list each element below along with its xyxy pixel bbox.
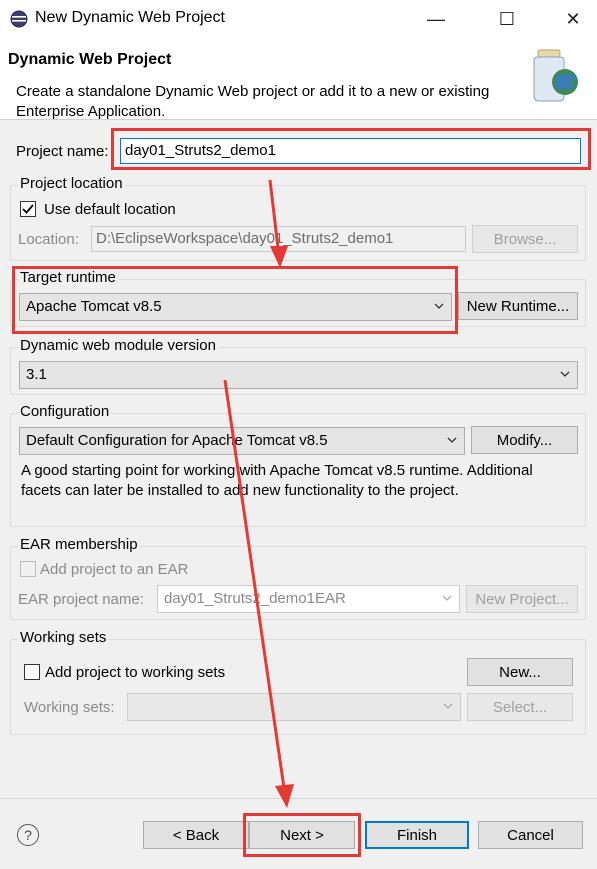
working-sets-title: Working sets [18,629,109,646]
project-location-title: Project location [18,175,125,192]
cancel-button[interactable]: Cancel [478,821,583,849]
wizard-header: Dynamic Web Project Create a standalone … [0,38,597,120]
new-ear-project-button: New Project... [466,585,578,613]
configuration-description: A good starting point for working with A… [21,462,533,499]
location-input: D:\EclipseWorkspace\day01_Struts2_demo1 [91,226,466,252]
footer-divider [0,798,597,799]
ear-project-name-label: EAR project name: [18,591,144,608]
project-name-label: Project name: [16,143,109,160]
new-working-set-button[interactable]: New... [467,658,573,686]
annotation-box-target-runtime [12,266,458,334]
close-button[interactable]: ✕ [550,0,596,38]
use-default-location-label: Use default location [44,201,176,218]
maximize-button[interactable]: ☐ [484,0,530,38]
chevron-down-icon [443,703,453,709]
browse-button: Browse... [472,225,578,253]
use-default-location-checkbox[interactable] [20,201,36,217]
minimize-icon: — [427,8,445,29]
module-version-selected: 3.1 [26,366,47,383]
ear-membership-title: EAR membership [18,536,140,553]
module-version-select[interactable]: 3.1 [19,361,578,389]
new-runtime-button[interactable]: New Runtime... [458,292,578,320]
maximize-icon: ☐ [498,8,516,29]
ear-project-name-select: day01_Struts2_demo1EAR [157,585,460,613]
add-to-working-sets-checkbox[interactable] [24,664,40,680]
module-version-title: Dynamic web module version [18,337,218,354]
minimize-button[interactable]: — [413,0,459,38]
modify-button[interactable]: Modify... [471,426,578,454]
window-title: New Dynamic Web Project [35,9,225,26]
configuration-title: Configuration [18,403,112,420]
annotation-box-next [243,813,361,857]
location-label: Location: [18,231,79,248]
working-sets-label: Working sets: [24,699,115,716]
chevron-down-icon [560,371,570,377]
finish-button[interactable]: Finish [365,821,469,849]
add-to-ear-label: Add project to an EAR [40,561,189,578]
close-icon: ✕ [565,8,581,29]
title-bar: New Dynamic Web Project — ☐ ✕ [0,0,597,38]
help-icon[interactable]: ? [17,824,39,846]
add-to-working-sets-label: Add project to working sets [45,664,226,681]
wizard-title: Dynamic Web Project [8,51,172,68]
configuration-selected: Default Configuration for Apache Tomcat … [26,432,328,449]
annotation-box-project-name [111,128,591,170]
select-working-sets-button: Select... [467,693,573,721]
configuration-select[interactable]: Default Configuration for Apache Tomcat … [19,427,465,455]
back-button[interactable]: < Back [143,821,249,849]
chevron-down-icon [447,437,457,443]
ear-project-name-value: day01_Struts2_demo1EAR [164,590,346,607]
eclipse-app-icon [10,10,28,28]
checkmark-icon [22,204,34,214]
web-project-jar-icon [533,49,578,102]
add-to-ear-checkbox [20,561,36,577]
chevron-down-icon [442,595,452,601]
working-sets-select [127,693,461,721]
wizard-description: Create a standalone Dynamic Web project … [16,83,490,120]
